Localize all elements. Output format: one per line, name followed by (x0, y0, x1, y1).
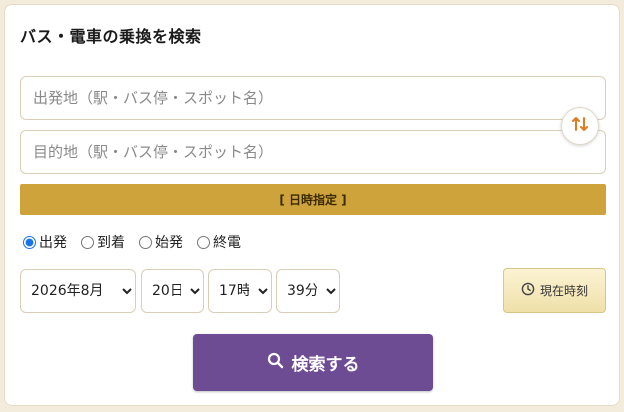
arrival-input[interactable] (20, 130, 606, 174)
search-button[interactable]: 検索する (193, 334, 433, 391)
search-button-label: 検索する (291, 355, 360, 375)
swap-button[interactable] (561, 107, 599, 145)
hour-select[interactable]: 17時 (208, 269, 272, 313)
mode-arrival[interactable]: 到着 (81, 232, 125, 252)
search-panel: バス・電車の乗換を検索 [ 日時指定 ] 出発 到着 始発 (4, 4, 620, 406)
clock-icon (521, 282, 540, 299)
panel-title: バス・電車の乗換を検索 (20, 27, 202, 46)
mode-first-train[interactable]: 始発 (139, 232, 183, 252)
mode-arrival-radio[interactable] (81, 235, 94, 249)
month-select[interactable]: 2026年8月 (20, 269, 136, 313)
departure-input[interactable] (20, 76, 606, 120)
mode-label: 始発 (155, 235, 183, 251)
datetime-header: [ 日時指定 ] (20, 184, 606, 215)
mode-departure-radio[interactable] (23, 235, 36, 249)
mode-last-train-radio[interactable] (197, 235, 210, 249)
swap-vertical-icon (571, 115, 589, 137)
day-select[interactable]: 20日 (141, 269, 204, 313)
mode-label: 終電 (213, 235, 241, 251)
mode-first-train-radio[interactable] (139, 235, 152, 249)
current-time-button[interactable]: 現在時刻 (503, 268, 606, 313)
mode-last-train[interactable]: 終電 (197, 232, 241, 252)
mode-departure[interactable]: 出発 (23, 232, 67, 252)
mode-label: 到着 (97, 235, 125, 251)
search-mode-group: 出発 到着 始発 終電 (23, 232, 255, 252)
mode-label: 出発 (39, 235, 67, 251)
minute-select[interactable]: 39分 (276, 269, 340, 313)
search-icon (267, 352, 292, 374)
current-time-label: 現在時刻 (539, 284, 588, 298)
